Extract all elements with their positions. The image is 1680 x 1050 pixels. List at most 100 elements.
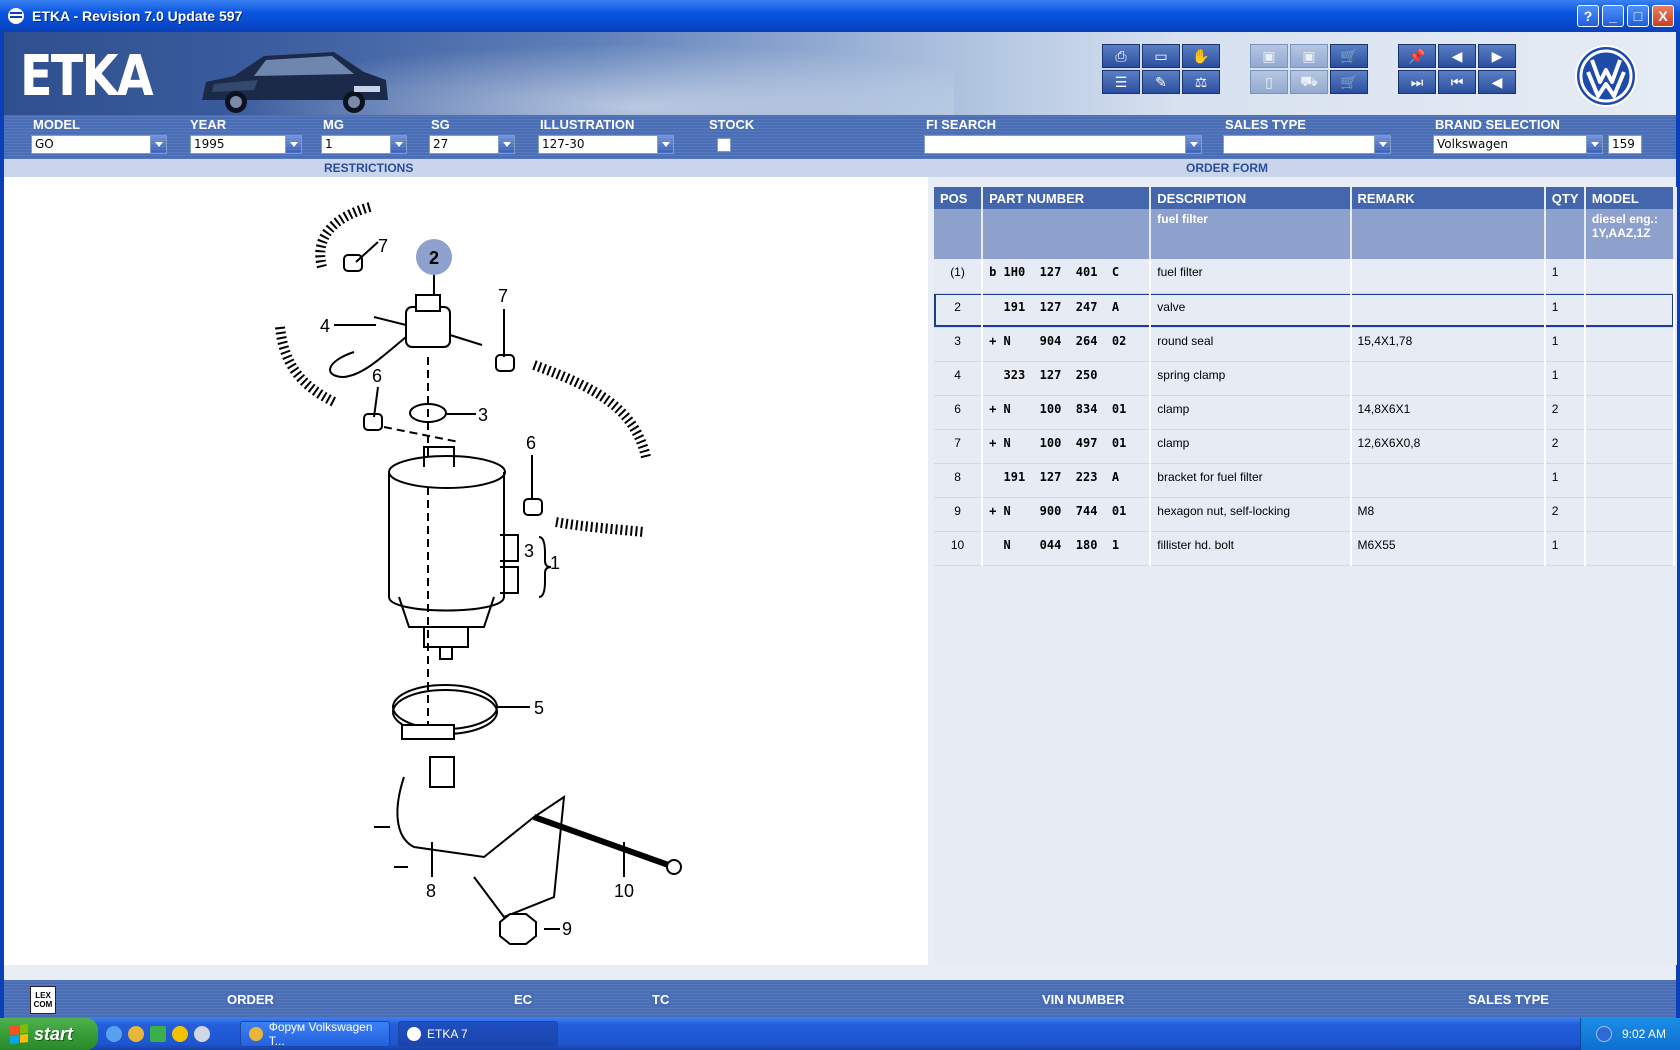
header-remark[interactable]: REMARK	[1350, 187, 1546, 209]
tc-button[interactable]: TC	[650, 992, 672, 1007]
pos-cell: 6	[934, 395, 984, 430]
stock-checkbox[interactable]	[717, 138, 731, 152]
chevron-down-icon[interactable]	[1586, 136, 1602, 153]
sg-select[interactable]: 27	[429, 135, 515, 154]
back-icon[interactable]: ◀	[1478, 70, 1516, 94]
order-button[interactable]: ORDER	[225, 992, 276, 1007]
header-part-number[interactable]: PART NUMBER	[982, 187, 1152, 209]
label-9[interactable]: 9	[562, 919, 572, 939]
fuel-filter-diagram[interactable]: 2 7 7 4 6 3 6 3 1 5 8 10 9	[4, 177, 928, 965]
description-cell: valve	[1150, 293, 1352, 328]
maximize-button[interactable]: □	[1627, 5, 1649, 27]
app-h-icon[interactable]	[150, 1026, 166, 1042]
label-4[interactable]: 4	[320, 316, 330, 336]
label-8[interactable]: 8	[426, 881, 436, 901]
ie-icon[interactable]	[106, 1026, 122, 1042]
table-row[interactable]: 7 + N 100 497 01 clamp 12,6X6X0,8 2	[934, 429, 1676, 464]
list-icon[interactable]: ☰	[1102, 70, 1140, 94]
app-icon[interactable]	[8, 8, 24, 24]
table-row[interactable]: 3 + N 904 264 02 round seal 15,4X1,78 1	[934, 327, 1676, 362]
label-5[interactable]: 5	[534, 698, 544, 718]
phone-icon[interactable]: ▯	[1250, 70, 1288, 94]
sales-type-button[interactable]: SALES TYPE	[1466, 992, 1551, 1007]
brand-count: 159	[1608, 135, 1642, 154]
model-select[interactable]: GO	[31, 135, 167, 154]
screen-icon[interactable]: ▭	[1142, 44, 1180, 68]
table-row[interactable]: 2 191 127 247 Avalve 1	[934, 293, 1676, 328]
table-row[interactable]: 4 323 127 250 spring clamp 1	[934, 361, 1676, 396]
label-6a[interactable]: 6	[372, 366, 382, 386]
header-model[interactable]: MODEL	[1584, 187, 1676, 209]
label-7a[interactable]: 7	[378, 236, 388, 256]
taskbar-item-etka[interactable]: ETKA 7	[398, 1021, 558, 1047]
mg-select[interactable]: 1	[321, 135, 407, 154]
chevron-down-icon[interactable]	[390, 136, 406, 153]
page-back-icon[interactable]: ◀	[1438, 44, 1476, 68]
cart-add-icon[interactable]: 🛒	[1330, 70, 1368, 94]
jump-icon[interactable]: ⏭	[1398, 70, 1436, 94]
header-pos[interactable]: POS	[934, 187, 984, 209]
minimize-button[interactable]: _	[1602, 5, 1624, 27]
car-service-icon[interactable]: ⛟	[1290, 70, 1328, 94]
restrictions-label[interactable]: RESTRICTIONS	[324, 161, 413, 175]
chevron-down-icon[interactable]	[498, 136, 514, 153]
help-button[interactable]: ?	[1577, 5, 1599, 27]
qty-cell: 2	[1544, 497, 1586, 532]
title-bar[interactable]: ETKA - Revision 7.0 Update 597 ? _ □ X	[0, 0, 1680, 32]
table-row[interactable]: 9 + N 900 744 01 hexagon nut, self-locking…	[934, 497, 1676, 532]
order-form-label[interactable]: ORDER FORM	[1186, 161, 1268, 175]
chevron-down-icon[interactable]	[150, 136, 166, 153]
elsa-icon[interactable]: ▣	[1250, 44, 1288, 68]
status-bar: LEX COM ORDER EC TC VIN NUMBER SALES TYP…	[4, 980, 1676, 1018]
label-10[interactable]: 10	[614, 881, 634, 901]
start-button[interactable]: start	[0, 1018, 98, 1050]
scale-icon[interactable]: ⚖	[1182, 70, 1220, 94]
chevron-down-icon[interactable]	[657, 136, 673, 153]
chevron-down-icon[interactable]	[1374, 136, 1390, 153]
pencil-icon[interactable]: ✎	[1142, 70, 1180, 94]
table-row[interactable]: 8 191 127 223 Abracket for fuel filter 1	[934, 463, 1676, 498]
handshake-icon[interactable]: ✋	[1182, 44, 1220, 68]
parts-illustration[interactable]: 2 7 7 4 6 3 6 3 1 5 8 10 9	[4, 177, 928, 965]
label-3a[interactable]: 3	[478, 405, 488, 425]
group-description: fuel filter	[1150, 209, 1352, 259]
part-number-cell: + N 900 744 01	[982, 497, 1152, 532]
toolbar-group-elsa: ▣ ▣ 🛒 ▯ ⛟ 🛒	[1250, 44, 1368, 94]
label-7b[interactable]: 7	[498, 286, 508, 306]
sales-type-select[interactable]	[1223, 135, 1391, 154]
label-3b[interactable]: 3	[524, 541, 534, 561]
close-button[interactable]: X	[1652, 5, 1674, 27]
remark-cell: 12,6X6X0,8	[1350, 429, 1546, 464]
pin-icon[interactable]: 📌	[1398, 44, 1436, 68]
fi-search-select[interactable]	[924, 135, 1202, 154]
taskbar-item-forum[interactable]: Форум Volkswagen T...	[240, 1020, 390, 1048]
table-row[interactable]: (1) b 1H0 127 401 Cfuel filter 1	[934, 259, 1676, 294]
brand-select[interactable]: Volkswagen	[1433, 135, 1603, 154]
vin-number-button[interactable]: VIN NUMBER	[1040, 992, 1127, 1007]
label-6b[interactable]: 6	[526, 433, 536, 453]
label-1[interactable]: 1	[550, 553, 560, 573]
group-row[interactable]: fuel filter diesel eng.: 1Y,AAZ,1Z	[934, 209, 1676, 259]
first-icon[interactable]: ⏮	[1438, 70, 1476, 94]
cart-icon[interactable]: 🛒	[1330, 44, 1368, 68]
chrome-icon[interactable]	[128, 1026, 144, 1042]
callout-label[interactable]: 2	[429, 248, 439, 268]
year-select[interactable]: 1995	[190, 135, 302, 154]
chevron-down-icon[interactable]	[1185, 136, 1201, 153]
illustration-label: ILLUSTRATION	[540, 117, 635, 132]
smiley-icon[interactable]	[172, 1026, 188, 1042]
tray-arrow-icon[interactable]	[1595, 1026, 1612, 1042]
tool-icon[interactable]	[194, 1026, 210, 1042]
print-icon[interactable]: ⎙	[1102, 44, 1140, 68]
illustration-select[interactable]: 127-30	[538, 135, 674, 154]
table-row[interactable]: 10 N 044 180 1 fillister hd. bolt M6X55 1	[934, 531, 1676, 566]
page-forward-icon[interactable]: ▶	[1478, 44, 1516, 68]
ec-button[interactable]: EC	[512, 992, 535, 1007]
table-row[interactable]: 6 + N 100 834 01 clamp 14,8X6X1 2	[934, 395, 1676, 430]
year-label: YEAR	[190, 117, 227, 132]
chevron-down-icon[interactable]	[285, 136, 301, 153]
depot-icon[interactable]: ▣	[1290, 44, 1328, 68]
header-qty[interactable]: QTY	[1544, 187, 1586, 209]
car-image	[202, 52, 388, 113]
header-description[interactable]: DESCRIPTION	[1150, 187, 1352, 209]
